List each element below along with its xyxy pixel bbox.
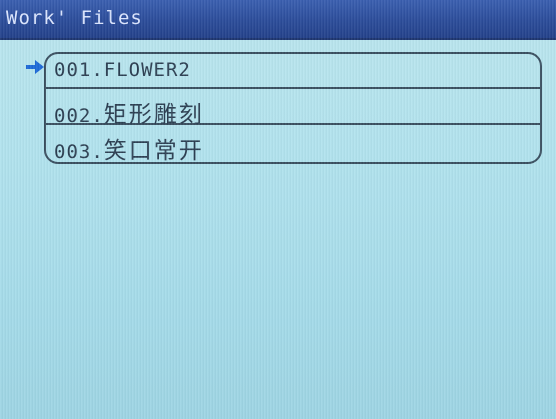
file-name: 矩形雕刻 bbox=[103, 102, 204, 128]
file-list: 001.FLOWER2 002.矩形雕刻 003.笑口常开 bbox=[44, 52, 542, 164]
file-row-001[interactable]: 001.FLOWER2 bbox=[46, 54, 540, 89]
lcd-screen: Work' Files 001.FLOWER2 002.矩形雕刻 003.笑口常… bbox=[0, 0, 556, 419]
file-name: 笑口常开 bbox=[103, 138, 204, 164]
file-number: 001. bbox=[54, 59, 104, 81]
file-row-003[interactable]: 003.笑口常开 bbox=[46, 126, 540, 164]
file-number: 002. bbox=[54, 105, 104, 127]
window-title: Work' Files bbox=[6, 7, 143, 29]
title-bar: Work' Files bbox=[0, 0, 556, 40]
file-label: 003.笑口常开 bbox=[54, 131, 204, 164]
file-number: 003. bbox=[54, 141, 104, 163]
file-label: 001.FLOWER2 bbox=[54, 59, 191, 81]
arrow-right-icon bbox=[26, 60, 44, 74]
file-label: 002.矩形雕刻 bbox=[54, 95, 204, 129]
file-row-002[interactable]: 002.矩形雕刻 bbox=[46, 90, 540, 128]
file-name: FLOWER2 bbox=[103, 59, 191, 81]
